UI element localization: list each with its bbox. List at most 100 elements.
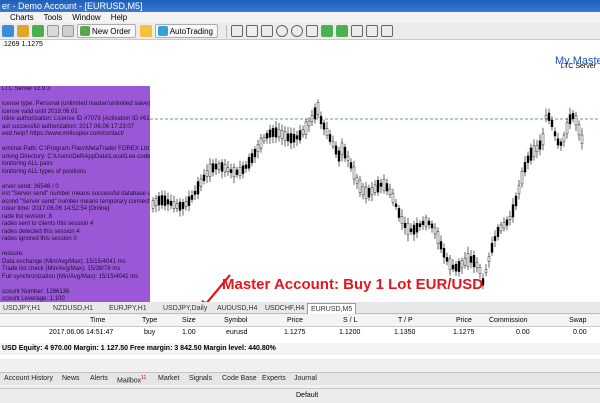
panel-line: icense type: Personal (unlimited master/…: [2, 101, 150, 107]
column-header[interactable]: Time: [90, 317, 105, 324]
candle-body: [322, 122, 326, 130]
tab-experts[interactable]: Experts: [262, 375, 286, 382]
candle-body: [478, 267, 482, 274]
panel-line: erver send: 36548 / 0: [2, 183, 59, 190]
tab-market[interactable]: Market: [158, 375, 179, 382]
metaeditor-icon[interactable]: [139, 25, 152, 37]
candle-body: [160, 195, 164, 206]
periods-icon[interactable]: [365, 25, 378, 37]
candle-body: [409, 228, 413, 233]
candle-body: [541, 133, 545, 146]
bar-chart-icon[interactable]: [230, 25, 243, 37]
chart-shift-icon[interactable]: [335, 25, 348, 37]
column-header[interactable]: Price: [456, 317, 472, 324]
candle-body: [154, 198, 158, 206]
indicators-icon[interactable]: [350, 25, 363, 37]
new-chart-icon[interactable]: [2, 25, 14, 37]
panel-line: lonitoring ALL pairs: [2, 161, 53, 167]
tab-news[interactable]: News: [62, 375, 80, 382]
candle-body: [205, 170, 209, 177]
panel-line: eed help? https://www.mt4copier.com/cont…: [2, 131, 125, 137]
column-header[interactable]: Swap: [569, 317, 587, 324]
tile-windows-icon[interactable]: [305, 25, 318, 37]
candle-body: [235, 169, 239, 175]
panel-line: [2, 281, 150, 289]
tab-account-history[interactable]: Account History: [4, 375, 53, 382]
trade-stop-loss: 1.1200: [339, 329, 361, 336]
tab-code-base[interactable]: Code Base: [222, 375, 257, 382]
navigator-icon[interactable]: [17, 25, 29, 37]
chart-tab-eurjpy-h1[interactable]: EURJPY,H1: [106, 303, 150, 314]
candlestick-icon[interactable]: [245, 25, 258, 37]
menu-tools[interactable]: Tools: [44, 13, 63, 22]
chart-tab-usdchf-h4[interactable]: USDCHF,H4: [262, 303, 307, 314]
candle-body: [229, 169, 233, 173]
menu-help[interactable]: Help: [111, 13, 127, 22]
chart-tab-usdjpy-daily[interactable]: USDJPY,Daily: [160, 303, 210, 314]
zoom-in-icon[interactable]: [275, 25, 288, 37]
candle-body: [385, 183, 389, 192]
line-chart-icon[interactable]: [260, 25, 273, 37]
column-header[interactable]: S / L: [343, 317, 357, 324]
candle-body: [169, 201, 173, 206]
candle-body: [415, 223, 419, 233]
panel-line: rade list revision: 8: [2, 213, 53, 220]
candle-body: [580, 134, 584, 144]
candle-body: [247, 157, 251, 169]
panel-line: rades detected this session 4: [2, 228, 80, 235]
chart-tab-eurusd-m5[interactable]: EURUSD,M5: [307, 303, 357, 314]
candle-body: [544, 115, 548, 120]
candle-body: [256, 144, 260, 152]
candle-body: [451, 264, 455, 270]
tab-mailbox[interactable]: Mailbox11: [117, 375, 146, 384]
candle-body: [211, 163, 215, 173]
candle-body: [370, 187, 374, 195]
candle-body: [493, 236, 497, 241]
column-header[interactable]: Price: [287, 317, 303, 324]
autoscroll-icon[interactable]: [320, 25, 333, 37]
candle-body: [487, 256, 491, 263]
new-order-button[interactable]: New Order: [77, 24, 136, 38]
candle-body: [526, 155, 530, 163]
chart-tab-usdjpy-h1[interactable]: USDJPY,H1: [0, 303, 44, 314]
candle-body: [217, 163, 221, 170]
tab-alerts[interactable]: Alerts: [90, 375, 108, 382]
menu-window[interactable]: Window: [72, 13, 100, 22]
candle-body: [199, 178, 203, 187]
candle-body: [265, 133, 269, 139]
candle-body: [172, 201, 176, 209]
candle-body: [436, 231, 440, 244]
templates-icon[interactable]: [380, 25, 393, 37]
candle-body: [226, 167, 230, 173]
panel-line: orking Directory: C:\Users\Dell\AppData\…: [2, 153, 150, 160]
candle-body: [298, 130, 302, 141]
table-row[interactable]: 2017.06.06 14:51:47 buy 1.00 eurusd 1.12…: [0, 328, 600, 340]
column-header[interactable]: Type: [142, 317, 157, 324]
tab-signals[interactable]: Signals: [189, 375, 212, 382]
zoom-out-icon[interactable]: [290, 25, 303, 37]
column-header[interactable]: T / P: [398, 317, 413, 324]
tab-journal[interactable]: Journal: [294, 375, 317, 382]
terminal-icon[interactable]: [62, 25, 74, 37]
candle-body: [304, 121, 308, 135]
data-window-icon[interactable]: [47, 25, 59, 37]
candle-body: [349, 162, 353, 169]
candle-body: [400, 216, 404, 224]
column-header[interactable]: Commission: [489, 317, 528, 324]
candle-body: [445, 257, 449, 262]
candle-body: [532, 145, 536, 157]
market-watch-icon[interactable]: [32, 25, 44, 37]
candle-body: [454, 263, 458, 272]
chart-tab-nzdusd-h1[interactable]: NZDUSD,H1: [50, 303, 96, 314]
candle-body: [484, 269, 488, 273]
chart-window[interactable]: .1269 1.1275 LTC Server My Master LTC Se…: [0, 40, 600, 302]
chart-tab-audusd-h4[interactable]: AUDUSD,H4: [214, 303, 260, 314]
trade-swap: 0.00: [573, 329, 587, 336]
column-header[interactable]: Symbol: [224, 317, 247, 324]
candle-body: [490, 242, 494, 253]
mailbox-badge: 11: [141, 375, 147, 381]
menu-charts[interactable]: Charts: [10, 13, 34, 22]
column-header[interactable]: Size: [182, 317, 196, 324]
candle-body: [268, 129, 272, 138]
auto-trading-button[interactable]: AutoTrading: [154, 24, 218, 38]
